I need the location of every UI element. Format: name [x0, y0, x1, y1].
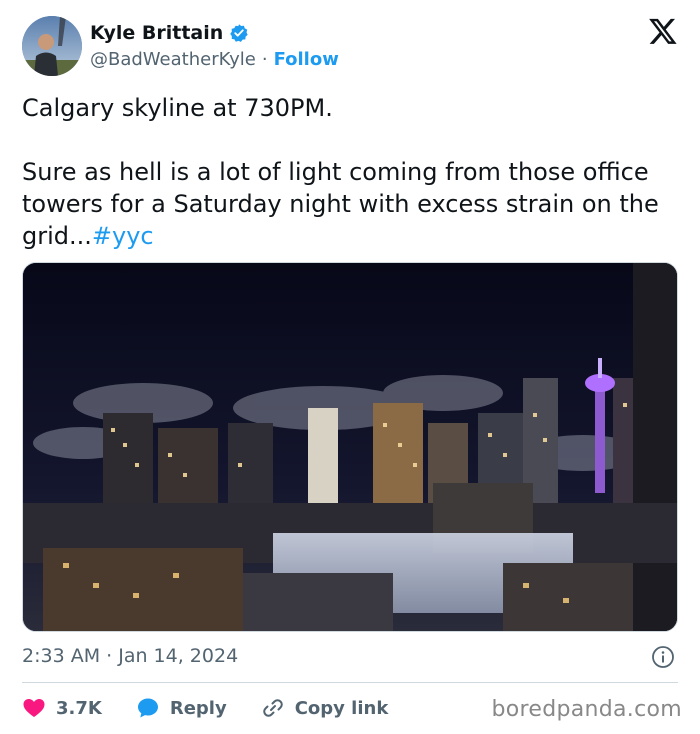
tweet-timestamp[interactable]: 2:33 AM · Jan 14, 2024	[22, 645, 238, 667]
follow-button[interactable]: Follow	[274, 49, 339, 70]
link-icon	[262, 699, 283, 717]
separator-dot: ·	[261, 49, 268, 70]
author-handle[interactable]: @BadWeatherKyle	[90, 49, 256, 70]
hashtag-link[interactable]: #yyc	[92, 222, 154, 250]
divider	[22, 682, 678, 683]
avatar[interactable]	[22, 16, 82, 76]
reply-label: Reply	[169, 697, 227, 719]
verified-badge-icon	[230, 24, 248, 42]
reply-button[interactable]: Reply	[136, 696, 227, 720]
skyline-photo	[23, 263, 677, 631]
action-bar: 3.7K Reply Copy link	[22, 692, 422, 724]
tweet-body: Calgary skyline at 730PM. Sure as hell i…	[22, 92, 672, 252]
copy-link-label: Copy link	[294, 697, 389, 719]
like-count: 3.7K	[56, 697, 102, 719]
x-logo-icon[interactable]	[648, 16, 678, 46]
author-name[interactable]: Kyle Brittain	[90, 22, 223, 44]
copy-link-button[interactable]: Copy link	[261, 696, 389, 720]
info-icon[interactable]	[651, 645, 675, 669]
speech-bubble-icon	[137, 698, 158, 718]
heart-icon	[23, 699, 45, 717]
tweet-photo[interactable]	[22, 262, 678, 632]
watermark: boredpanda.com	[491, 697, 682, 722]
like-button[interactable]: 3.7K	[22, 696, 102, 720]
tweet-header: Kyle Brittain @BadWeatherKyle · Follow	[22, 16, 682, 78]
